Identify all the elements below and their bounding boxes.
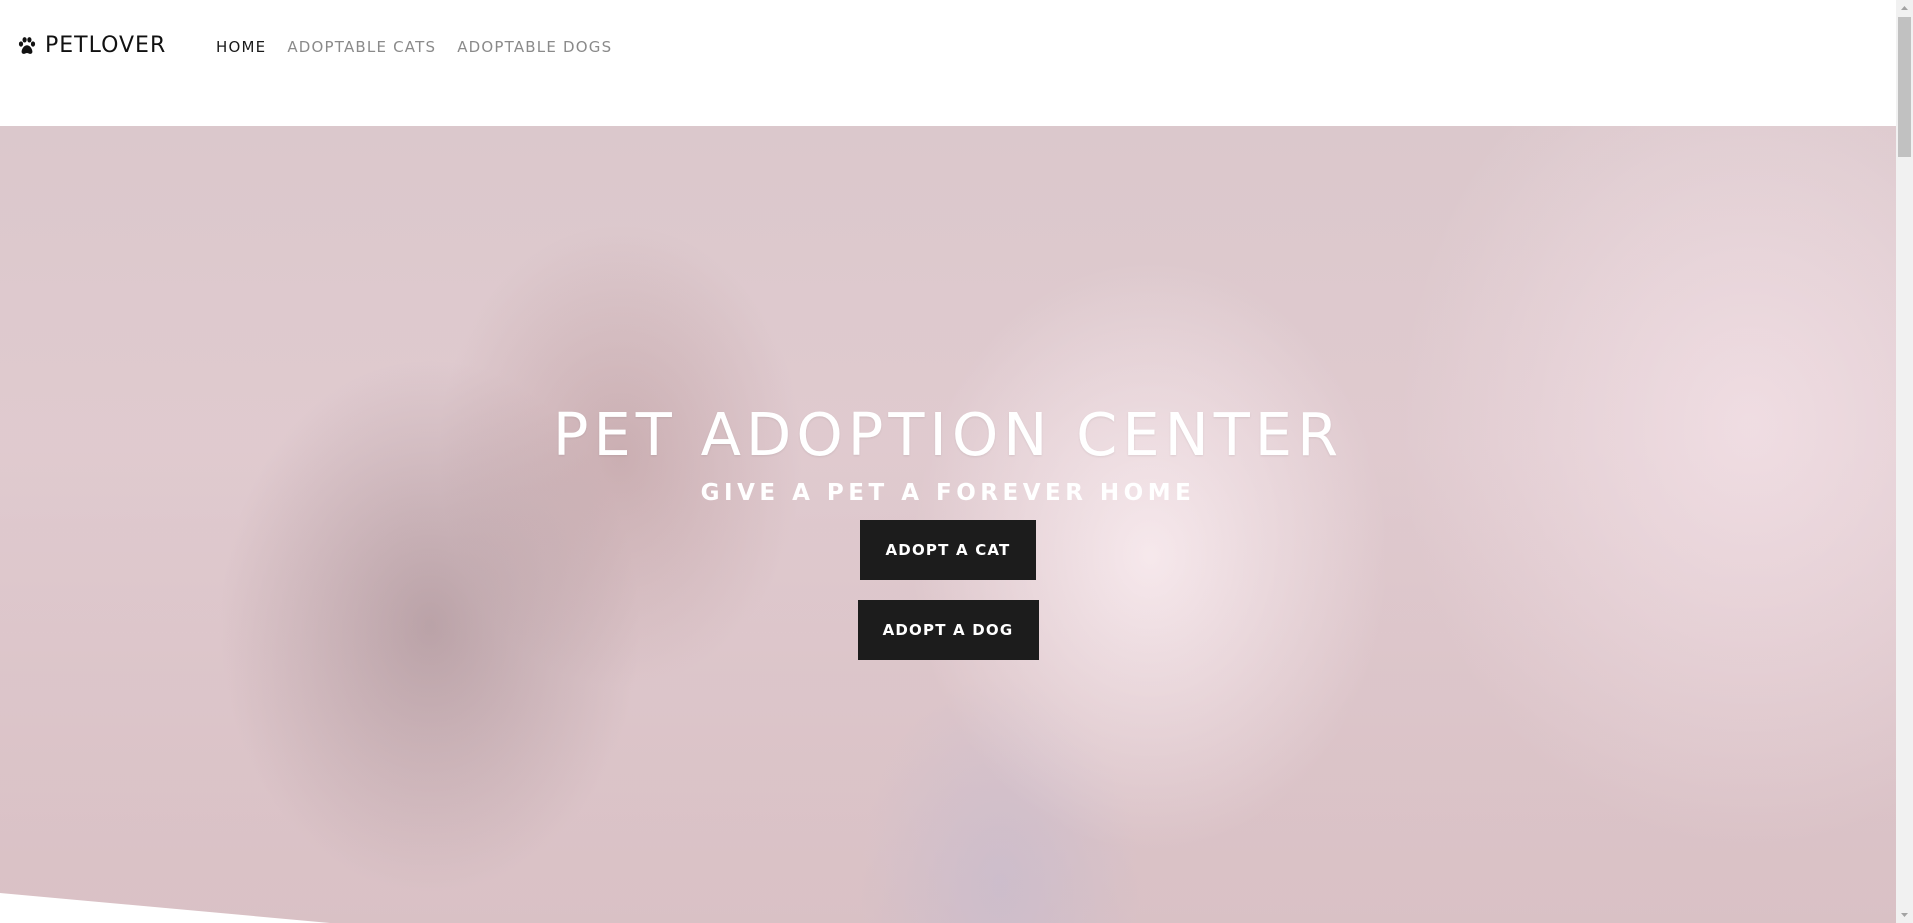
hero-section: PET ADOPTION CENTER GIVE A PET A FOREVER… — [0, 126, 1896, 923]
hero-subtitle: GIVE A PET A FOREVER HOME — [700, 480, 1196, 506]
nav-link-adoptable-dogs[interactable]: ADOPTABLE DOGS — [457, 37, 612, 57]
nav-link-adoptable-cats[interactable]: ADOPTABLE CATS — [287, 37, 436, 57]
hero-content: PET ADOPTION CENTER GIVE A PET A FOREVER… — [0, 400, 1896, 660]
page-scrollbar[interactable] — [1896, 0, 1913, 923]
adopt-cat-button[interactable]: ADOPT A CAT — [860, 520, 1036, 580]
paw-icon — [17, 36, 37, 56]
scroll-up-arrow-icon[interactable] — [1896, 0, 1913, 17]
nav-menu: HOME ADOPTABLE CATS ADOPTABLE DOGS — [216, 37, 612, 57]
hero-bottom-divider — [0, 893, 330, 923]
nav-link-home[interactable]: HOME — [216, 37, 266, 57]
hero-title: PET ADOPTION CENTER — [552, 400, 1344, 469]
top-navbar: PETLOVER HOME ADOPTABLE CATS ADOPTABLE D… — [0, 0, 1896, 126]
brand-name: PETLOVER — [45, 33, 167, 58]
adopt-dog-button[interactable]: ADOPT A DOG — [857, 600, 1039, 660]
scroll-thumb[interactable] — [1898, 17, 1911, 157]
scroll-down-arrow-icon[interactable] — [1896, 906, 1913, 923]
brand-logo-link[interactable]: PETLOVER — [17, 31, 166, 61]
